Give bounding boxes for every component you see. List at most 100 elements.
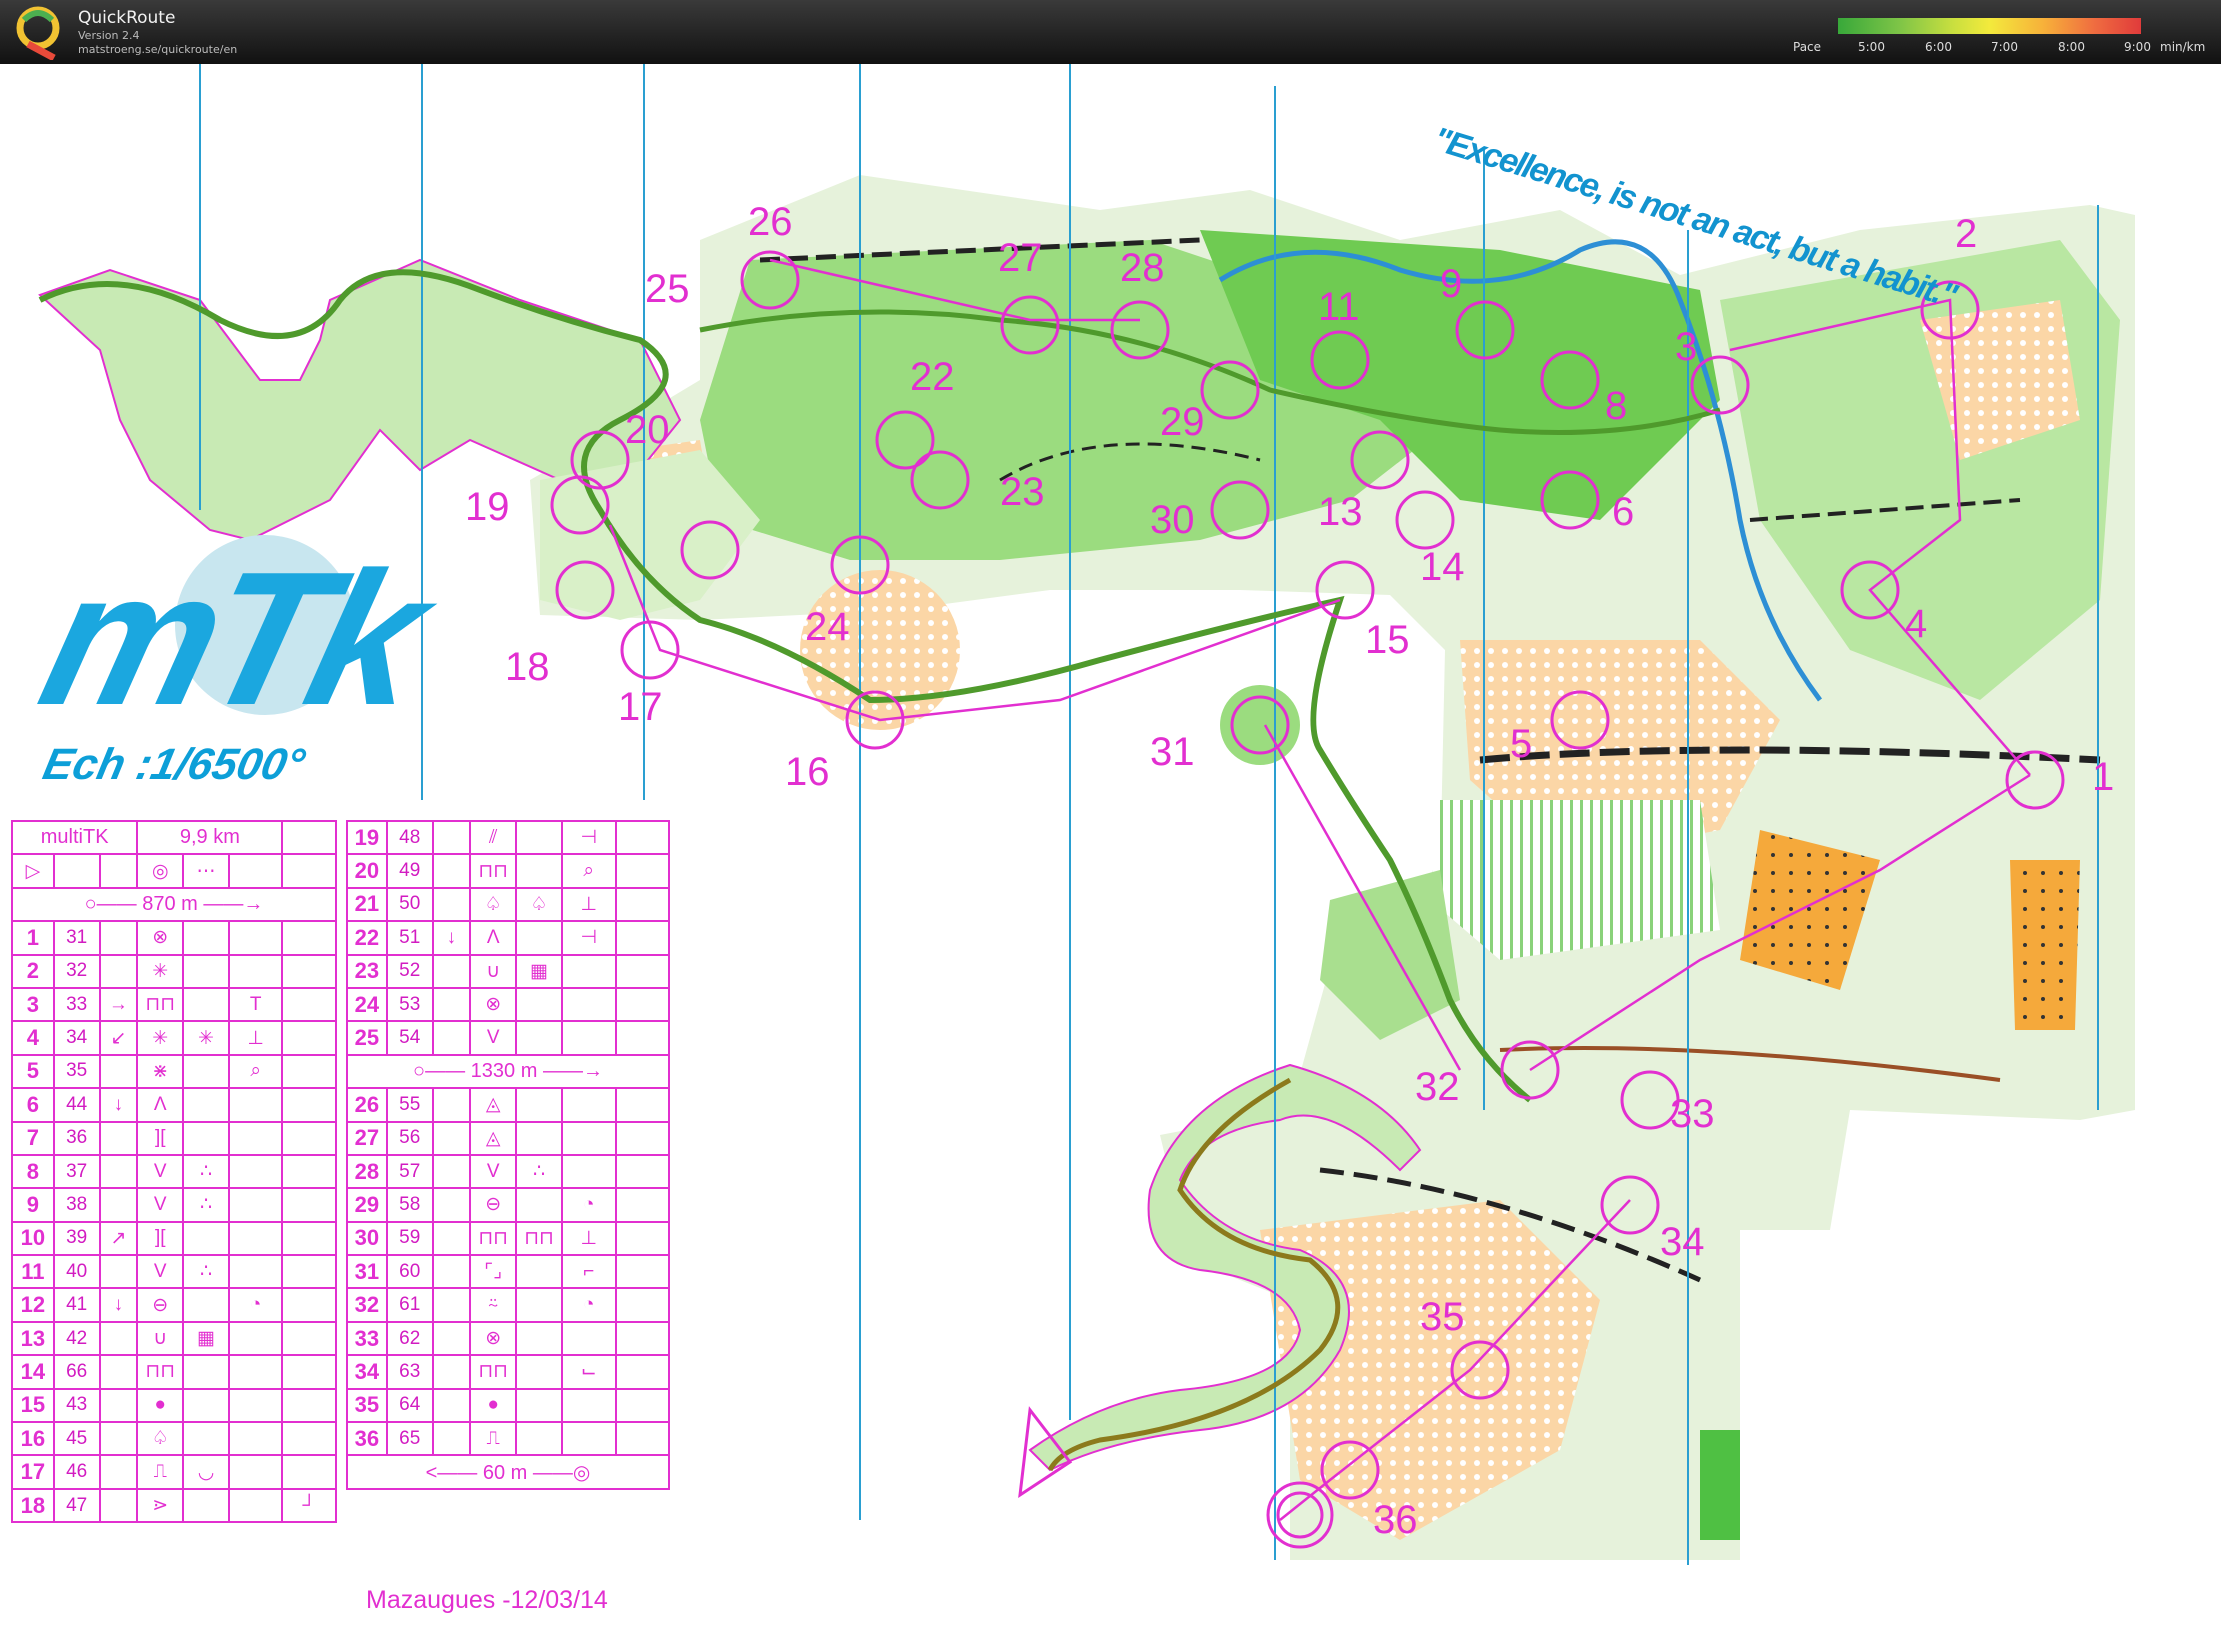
other-icon [614, 1387, 671, 1424]
pace-unit: min/km [2160, 40, 2206, 54]
control-row: 15 43 ● [11, 1387, 337, 1424]
feature-icon: ⎍ [469, 1421, 518, 1457]
control-label: 3 [1675, 325, 1698, 369]
control-row: 35 64 ● [346, 1387, 671, 1424]
map-scale: Ech :1/6500° [38, 740, 310, 789]
control-number: 3 [11, 986, 55, 1023]
feature-detail-icon [515, 1254, 563, 1290]
other-icon: ┘ [281, 1487, 337, 1524]
location-icon [227, 1387, 284, 1424]
control-row: 32 61 ⍨ ◔ [346, 1287, 671, 1323]
control-code: 46 [52, 1454, 101, 1490]
control-label: 13 [1318, 490, 1363, 534]
control-code: 43 [52, 1387, 101, 1424]
control-number: 35 [346, 1387, 388, 1424]
feature-detail-icon [515, 1287, 563, 1323]
feature-icon: V [136, 1254, 185, 1290]
control-code: 62 [385, 1320, 434, 1357]
control-code: 39 [52, 1220, 101, 1257]
feature-detail-icon [515, 853, 563, 889]
start-leg-row: ○—— 870 m ——→ [11, 886, 337, 923]
direction-icon: ↓ [431, 920, 472, 956]
other-icon [281, 1153, 337, 1190]
location-icon [560, 1421, 617, 1457]
control-rows-right-b: 26 55 ◬ 27 56 ◬ 28 57 V ∴ 29 58 ⊖ ◔ 30 59 ⊓⊓ ⊓⊓ ⊥ 31 60 ⌜⌟ ⌐ 32… [346, 1087, 671, 1457]
direction-icon: ↓ [98, 1087, 139, 1123]
other-icon [614, 1020, 671, 1056]
feature-icon: ⍨ [469, 1287, 518, 1323]
feature-detail-icon: ∴ [515, 1153, 563, 1190]
control-label: 22 [910, 355, 955, 399]
control-label: 23 [1000, 470, 1045, 514]
control-code: 47 [52, 1487, 101, 1524]
feature-detail-icon [515, 1387, 563, 1424]
feature-icon: ∪ [469, 953, 518, 989]
control-number: 9 [11, 1187, 55, 1223]
location-icon [560, 1153, 617, 1190]
direction-icon [98, 1487, 139, 1524]
finish-leg-row: <—— 60 m ——◎ [346, 1454, 670, 1490]
feature-detail-icon: ∴ [182, 1254, 230, 1290]
control-number: 30 [346, 1220, 388, 1257]
other-icon [281, 1187, 337, 1223]
location-icon [560, 1320, 617, 1357]
feature-detail-icon [182, 1487, 230, 1524]
control-row: 4 34 ↙ ✳ ✳ ⊥ [11, 1020, 337, 1056]
direction-icon [431, 1020, 472, 1056]
pace-tick: 8:00 [2058, 40, 2085, 54]
direction-icon [98, 1354, 139, 1390]
location-icon [227, 1153, 284, 1190]
feature-detail-icon [515, 920, 563, 956]
control-number: 7 [11, 1120, 55, 1156]
feature-detail-icon [515, 1187, 563, 1223]
control-row: 30 59 ⊓⊓ ⊓⊓ ⊥ [346, 1220, 671, 1257]
control-row: 21 50 ♤ ♤ ⊥ [346, 886, 671, 923]
location-icon [560, 1387, 617, 1424]
control-code: 48 [385, 819, 434, 856]
feature-icon: ⊓⊓ [469, 853, 518, 889]
start-symbol-icon: ▷ [11, 853, 55, 889]
control-row: 28 57 V ∴ [346, 1153, 671, 1190]
control-number: 6 [11, 1087, 55, 1123]
other-icon [614, 1354, 671, 1390]
control-label: 33 [1670, 1092, 1715, 1136]
direction-icon [431, 1187, 472, 1223]
other-icon [281, 1220, 337, 1257]
control-label: 20 [625, 408, 670, 452]
direction-icon: → [98, 986, 139, 1023]
app-version: Version 2.4 [78, 29, 140, 42]
control-code: 64 [385, 1387, 434, 1424]
feature-icon: ⊖ [136, 1287, 185, 1323]
control-number: 5 [11, 1053, 55, 1090]
feature-icon: ♤ [469, 886, 518, 923]
location-icon [227, 1087, 284, 1123]
feature-icon: ⊓⊓ [136, 986, 185, 1023]
control-row: 20 49 ⊓⊓ ⌕ [346, 853, 671, 889]
other-icon [281, 1354, 337, 1390]
app-url[interactable]: matstroeng.se/quickroute/en [78, 43, 237, 56]
control-code: 40 [52, 1254, 101, 1290]
pace-tick: 5:00 [1858, 40, 1885, 54]
control-number: 16 [11, 1421, 55, 1457]
direction-icon [431, 1320, 472, 1357]
other-icon [614, 1320, 671, 1357]
mid-leg-row: ○—— 1330 m ——→ [346, 1053, 670, 1090]
control-number: 36 [346, 1421, 388, 1457]
control-label: 1 [2092, 755, 2115, 799]
control-number: 21 [346, 886, 388, 923]
control-code: 56 [385, 1120, 434, 1156]
feature-icon: ♤ [136, 1421, 185, 1457]
control-row: 34 63 ⊓⊓ ⌙ [346, 1354, 671, 1390]
location-icon [560, 986, 617, 1023]
other-icon [614, 986, 671, 1023]
direction-icon [431, 953, 472, 989]
control-number: 2 [11, 953, 55, 989]
control-label: 15 [1365, 618, 1410, 662]
feature-detail-icon: ⊓⊓ [515, 1220, 563, 1257]
feature-icon: ✳ [136, 1020, 185, 1056]
control-number: 11 [11, 1254, 55, 1290]
feature-detail-icon [515, 1421, 563, 1457]
feature-icon: ● [469, 1387, 518, 1424]
control-code: 63 [385, 1354, 434, 1390]
control-row: 31 60 ⌜⌟ ⌐ [346, 1254, 671, 1290]
